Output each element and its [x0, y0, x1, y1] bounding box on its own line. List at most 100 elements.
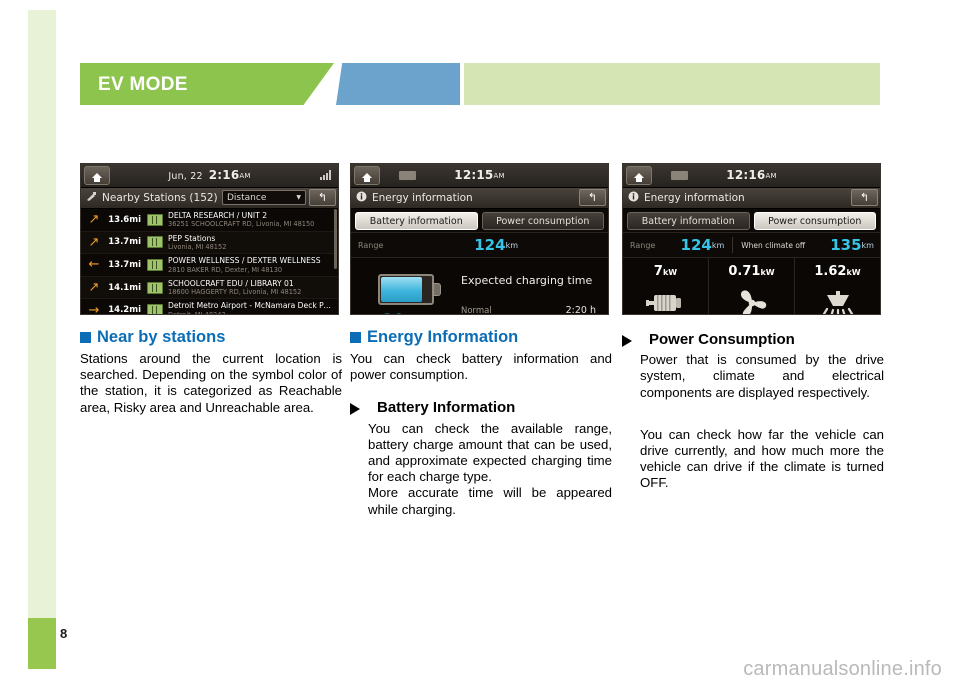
- station-list[interactable]: ↗ 13.6mi DELTA RESEARCH / UNIT 2 36251 S…: [81, 209, 338, 315]
- climate-off-label: When climate off: [741, 240, 806, 250]
- station-text: DELTA RESEARCH / UNIT 2 36251 SCHOOLCRAF…: [168, 211, 338, 229]
- banner-blue-block: [336, 63, 460, 105]
- page-side-strip: [28, 10, 56, 618]
- tab-battery-information[interactable]: Battery information: [627, 212, 750, 230]
- station-text: Detroit Metro Airport - McNamara Deck Pa…: [168, 301, 338, 315]
- power-value: 0.71kW: [728, 265, 774, 278]
- heading-text: Power Consumption: [649, 331, 795, 348]
- charge-type-label: Normal: [461, 306, 492, 315]
- status-datetime: 12:16AM: [623, 168, 880, 182]
- back-button[interactable]: ↰: [579, 189, 606, 206]
- tab-battery-information[interactable]: Battery information: [355, 212, 478, 230]
- table-row[interactable]: ↗ 13.7mi PEP Stations Livonia, MI 48152: [81, 231, 338, 255]
- energy-title-bar: Energy information ↰: [351, 188, 608, 209]
- tab-power-consumption[interactable]: Power consumption: [481, 212, 604, 230]
- screenshot-battery-information: 12:15AM Energy information ↰ Battery inf…: [350, 163, 609, 315]
- station-address: Livonia, MI 48152: [168, 243, 227, 252]
- station-distance: 14.1mi: [108, 282, 141, 293]
- charge-time-value: 2:20 h: [565, 305, 596, 315]
- motor-icon: [645, 286, 687, 314]
- power-cell-climate: 0.71kW Climate: [708, 258, 794, 314]
- station-marker-icon: [147, 258, 163, 271]
- direction-arrow-icon: ↗: [88, 234, 100, 250]
- sort-dropdown-value: Distance: [227, 192, 267, 203]
- energy-tabs: Battery information Power consumption: [351, 209, 608, 232]
- station-marker-icon: [147, 304, 163, 314]
- table-row[interactable]: → 14.2mi Detroit Metro Airport - McNamar…: [81, 299, 338, 315]
- station-name: POWER WELLNESS / DEXTER WELLNESS: [168, 256, 321, 266]
- heading-text: Battery Information: [377, 399, 516, 417]
- status-clock: 12:16: [726, 168, 766, 182]
- power-value: 7kW: [654, 265, 677, 278]
- table-row[interactable]: ↗ 13.6mi DELTA RESEARCH / UNIT 2 36251 S…: [81, 209, 338, 232]
- info-icon: [356, 191, 367, 205]
- power-number: 7: [653, 264, 663, 279]
- battery-percent: 80%: [381, 311, 414, 314]
- back-arrow-icon: ↰: [317, 191, 328, 204]
- column-energy-information: 12:15AM Energy information ↰ Battery inf…: [350, 163, 612, 518]
- fan-icon: [736, 286, 768, 314]
- sort-dropdown[interactable]: Distance ▼: [222, 190, 306, 205]
- station-address: 36251 SCHOOLCRAFT RD, Livonia, MI 48150: [168, 220, 315, 229]
- station-marker-icon: [147, 281, 163, 294]
- direction-arrow-icon: →: [88, 302, 100, 315]
- status-clock: 2:16: [208, 168, 240, 182]
- tab-power-consumption[interactable]: Power consumption: [753, 212, 876, 230]
- station-name: SCHOOLCRAFT EDU / LIBRARY 01: [168, 278, 294, 288]
- range-value: 124: [474, 236, 506, 254]
- paragraph-energy-information: You can check battery information and po…: [350, 350, 612, 383]
- station-plug-icon: [86, 191, 97, 205]
- square-bullet-icon: [80, 332, 91, 343]
- list-scrollbar[interactable]: [334, 209, 337, 269]
- triangle-bullet-icon: [622, 335, 642, 347]
- direction-arrow-icon: ←: [88, 257, 100, 273]
- direction-arrow-icon: ↗: [88, 280, 100, 296]
- station-name: DELTA RESEARCH / UNIT 2: [168, 210, 268, 220]
- range-value: 124: [680, 236, 712, 254]
- screenshot-nearby-stations: Jun, 22 2:16AM Nearby Stations (152) Dist…: [80, 163, 339, 315]
- back-arrow-icon: ↰: [859, 191, 870, 204]
- power-unit: kW: [846, 268, 861, 277]
- column-power-consumption: 12:16AM Energy information ↰ Battery inf…: [622, 163, 884, 492]
- chevron-down-icon: ▼: [296, 194, 301, 201]
- energy-title-bar: Energy information ↰: [623, 188, 880, 209]
- nearby-title-bar: Nearby Stations (152) Distance ▼ ↰: [81, 188, 338, 209]
- station-address: 2810 BAKER RD, Dexter, MI 48130: [168, 265, 283, 274]
- status-clock: 12:15: [454, 168, 494, 182]
- paragraph-near-by-stations: Stations around the current location is …: [80, 350, 342, 415]
- range-divider: [732, 237, 734, 253]
- table-row[interactable]: ↗ 14.1mi SCHOOLCRAFT EDU / LIBRARY 01 18…: [81, 276, 338, 300]
- power-number: 1.62: [814, 264, 847, 279]
- station-address: 18600 HAGGERTY RD, Livonia, MI 48152: [168, 288, 302, 297]
- status-ampm: AM: [493, 172, 505, 180]
- station-distance: 14.2mi: [108, 305, 141, 315]
- climate-off-unit: km: [861, 240, 874, 250]
- battery-detail-area: 80% Expected charging time Normal 2:20 h: [351, 258, 608, 315]
- table-row[interactable]: ← 13.7mi POWER WELLNESS / DEXTER WELLNES…: [81, 254, 338, 277]
- back-button[interactable]: ↰: [309, 189, 336, 206]
- range-label: Range: [630, 240, 656, 250]
- station-name: Detroit Metro Airport - McNamara Deck Pa…: [168, 301, 332, 311]
- status-datetime: Jun, 22 2:16AM: [81, 168, 338, 182]
- power-unit: kW: [760, 268, 775, 277]
- expected-charging-time-label: Expected charging time: [461, 274, 593, 287]
- page-banner: EV MODE: [80, 63, 880, 105]
- heading-text: Near by stations: [97, 328, 226, 346]
- range-row: Range 124 km: [351, 232, 608, 258]
- station-address: Detroit, MI 48242: [168, 310, 226, 315]
- range-row: Range 124 km When climate off 135 km: [623, 232, 880, 258]
- info-icon: [628, 191, 639, 205]
- column-near-by-stations: Jun, 22 2:16AM Nearby Stations (152) Dist…: [80, 163, 342, 416]
- heading-energy-information: Energy Information: [350, 328, 612, 347]
- energy-title-text: Energy information: [644, 192, 745, 204]
- station-name: PEP Stations: [168, 233, 216, 243]
- climate-off-value: 135: [830, 236, 862, 254]
- back-button[interactable]: ↰: [851, 189, 878, 206]
- station-distance: 13.7mi: [108, 237, 141, 248]
- page-number: 8: [60, 626, 68, 641]
- battery-terminal: [433, 283, 441, 296]
- station-distance: 13.6mi: [108, 214, 141, 225]
- status-date: Jun, 22: [168, 171, 203, 182]
- power-unit: kW: [662, 268, 678, 277]
